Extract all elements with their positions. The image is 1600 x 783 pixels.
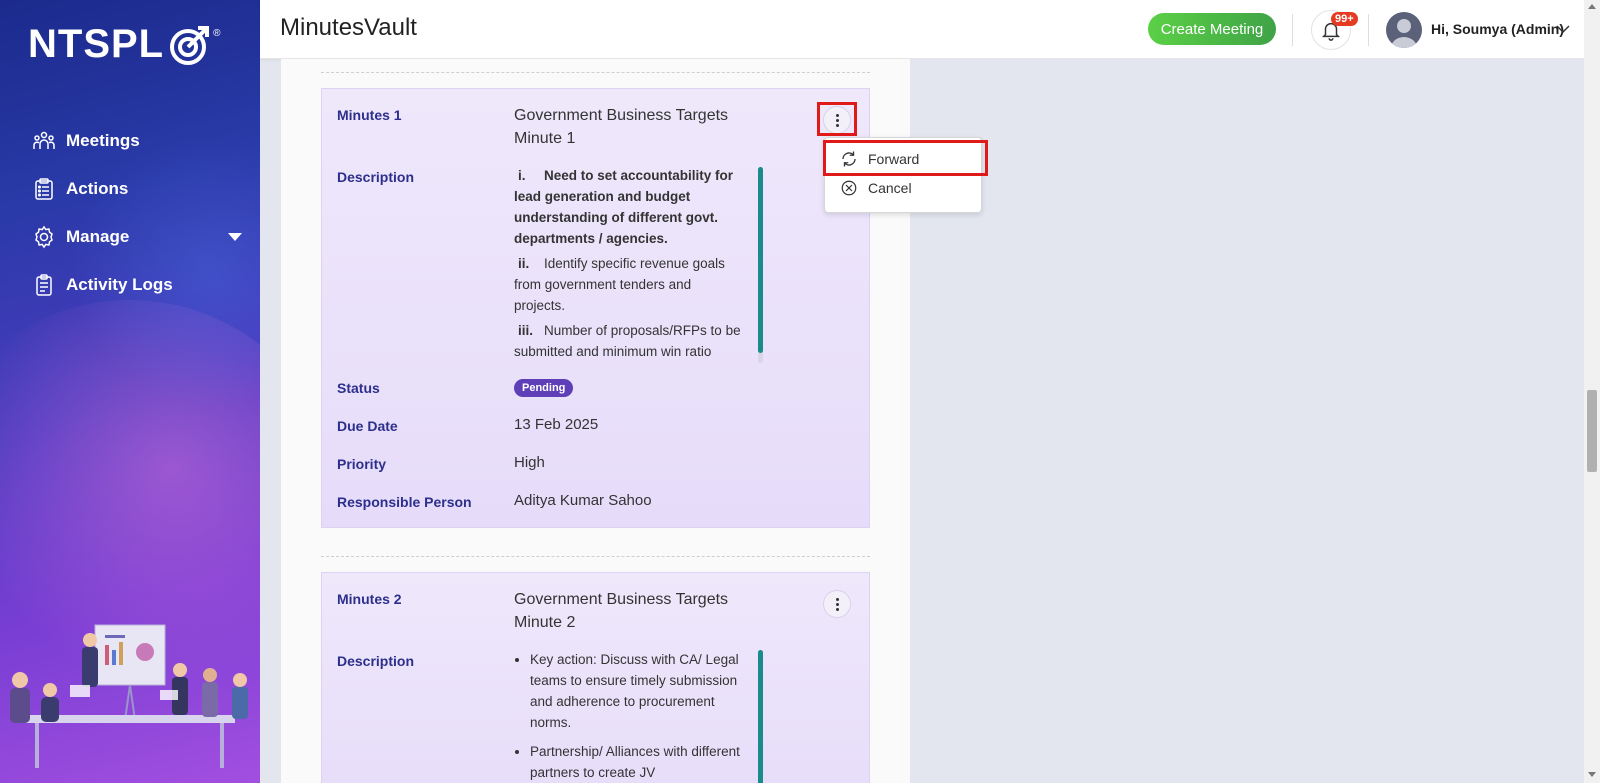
gear-icon (32, 225, 56, 249)
cancel-menu-item[interactable]: Cancel (839, 178, 912, 198)
description-label: Description (337, 653, 415, 669)
logo-target-icon (170, 25, 210, 65)
page-title: MinutesVault (280, 14, 417, 41)
close-circle-icon (839, 178, 859, 198)
due-date-label: Due Date (337, 418, 398, 434)
responsible-person-value: Aditya Kumar Sahoo (514, 492, 652, 509)
top-header: MinutesVault Create Meeting 99+ Hi, Soum… (260, 0, 1584, 59)
minute-title: Government Business Targets Minute 1 (514, 107, 729, 147)
meeting-illustration (10, 624, 248, 768)
sidebar: NTSPL ® Meetings Actions Manage Activity… (0, 0, 260, 783)
description-content: i. Need to set accountability for lead ge… (514, 165, 744, 361)
minute-card: Minutes 1 Government Business Targets Mi… (321, 88, 870, 528)
description-scrollbar-thumb[interactable] (758, 167, 763, 353)
more-options-button[interactable] (823, 106, 851, 134)
sidebar-nav: Meetings Actions Manage Activity Logs (32, 117, 242, 309)
minute-label: Minutes 1 (337, 107, 402, 123)
responsible-person-label: Responsible Person (337, 494, 472, 510)
cancel-label: Cancel (868, 180, 912, 196)
section-divider (321, 72, 870, 73)
registered-mark: ® (213, 28, 221, 39)
section-divider (321, 556, 870, 557)
clipboard-list-icon (32, 177, 56, 201)
status-badge: Pending (514, 379, 574, 397)
header-divider (1292, 14, 1293, 46)
sidebar-item-label: Meetings (66, 131, 140, 150)
create-meeting-button[interactable]: Create Meeting (1148, 13, 1276, 45)
priority-value: High (514, 454, 545, 471)
meetings-icon (32, 129, 56, 153)
status-label: Status (337, 380, 380, 396)
minutes-panel: Minutes 1 Government Business Targets Mi… (281, 59, 910, 783)
chevron-down-icon[interactable] (1556, 24, 1570, 34)
notification-count-badge: 99+ (1331, 12, 1358, 26)
sidebar-item-activity-logs[interactable]: Activity Logs (32, 261, 242, 309)
user-greeting[interactable]: Hi, Soumya (Admin) (1431, 21, 1564, 37)
priority-label: Priority (337, 456, 387, 472)
chevron-down-icon[interactable] (228, 233, 242, 241)
scroll-down-arrow[interactable] (1588, 772, 1596, 777)
sidebar-item-manage[interactable]: Manage (32, 213, 242, 261)
user-avatar-icon (1391, 19, 1417, 48)
header-divider (1368, 14, 1369, 46)
description-label: Description (337, 169, 415, 185)
refresh-icon (839, 149, 859, 169)
description-item: Identify specific revenue goals from gov… (514, 256, 725, 313)
scroll-up-arrow[interactable] (1588, 4, 1596, 9)
minute-card: Minutes 2 Government Business Targets Mi… (321, 572, 870, 783)
description-item: Need to set accountability for lead gene… (514, 168, 734, 246)
logo-text: NTSPL (28, 22, 165, 66)
sidebar-item-actions[interactable]: Actions (32, 165, 242, 213)
sidebar-item-label: Manage (66, 227, 130, 246)
sidebar-item-label: Activity Logs (66, 275, 173, 294)
forward-label: Forward (868, 151, 920, 167)
description-scrollbar-thumb[interactable] (758, 650, 763, 783)
due-date-value: 13 Feb 2025 (514, 416, 599, 433)
description-item: Partnership/ Alliances with different pa… (530, 741, 744, 783)
minute-title: Government Business Targets Minute 2 (514, 591, 729, 631)
page-scrollbar-thumb[interactable] (1587, 390, 1597, 472)
more-options-button[interactable] (823, 590, 851, 618)
forward-menu-item[interactable]: Forward (839, 149, 919, 169)
sidebar-item-meetings[interactable]: Meetings (32, 117, 242, 165)
activity-log-icon (32, 273, 56, 297)
sidebar-item-label: Actions (66, 179, 129, 198)
description-content: Key action: Discuss with CA/ Legal teams… (514, 649, 744, 783)
right-empty-area (910, 59, 1584, 783)
context-menu: Forward Cancel (824, 137, 982, 213)
description-item: Key action: Discuss with CA/ Legal teams… (530, 649, 744, 733)
logo[interactable]: NTSPL ® (28, 22, 221, 67)
minute-label: Minutes 2 (337, 591, 402, 607)
avatar[interactable] (1386, 12, 1422, 48)
description-item: Number of proposals/RFPs to be submitted… (514, 323, 741, 359)
